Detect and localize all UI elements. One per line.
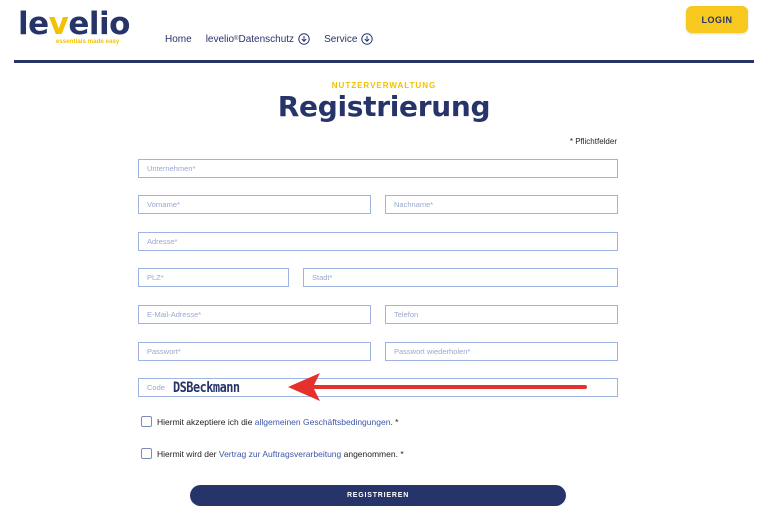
dpa-consent[interactable]: Hiermit wird der Vertrag zur Auftragsver… bbox=[141, 448, 404, 459]
phone-input[interactable]: Telefon bbox=[385, 305, 618, 324]
annotation-arrow-icon bbox=[288, 373, 587, 401]
first-name-input[interactable]: Vorname* bbox=[138, 195, 371, 214]
dpa-link[interactable]: Vertrag zur Auftragsverarbeitung bbox=[219, 449, 341, 459]
password-input[interactable]: Passwort* bbox=[138, 342, 371, 361]
city-input[interactable]: Stadt* bbox=[303, 268, 618, 287]
levelio-logo[interactable]: levelio essentials made easy bbox=[18, 6, 130, 45]
register-button[interactable]: REGISTRIEREN bbox=[190, 485, 566, 506]
nav-datenschutz[interactable]: levelio ® Datenschutz bbox=[206, 33, 310, 45]
section-eyebrow: NUTZERVERWALTUNG bbox=[331, 81, 437, 90]
download-circle-icon bbox=[298, 33, 310, 45]
terms-link[interactable]: allgemeinen Geschäftsbedingungen bbox=[255, 417, 391, 427]
nav-home[interactable]: Home bbox=[165, 34, 192, 45]
password-repeat-input[interactable]: Passwort wiederholen* bbox=[385, 342, 618, 361]
main-nav: Home levelio ® Datenschutz Service bbox=[165, 33, 387, 45]
zip-input[interactable]: PLZ* bbox=[138, 268, 289, 287]
page-title: Registrierung bbox=[277, 90, 491, 123]
login-button[interactable]: LOGIN bbox=[686, 6, 748, 33]
address-input[interactable]: Adresse* bbox=[138, 232, 618, 251]
required-fields-note: * Pflichtfelder bbox=[569, 137, 617, 146]
download-circle-icon bbox=[361, 33, 374, 45]
email-input[interactable]: E-Mail-Adresse* bbox=[138, 305, 371, 324]
header-divider bbox=[14, 60, 754, 63]
code-value: DSBeckmann bbox=[172, 379, 240, 396]
terms-checkbox[interactable] bbox=[141, 416, 152, 427]
nav-service[interactable]: Service bbox=[324, 33, 374, 45]
terms-consent[interactable]: Hiermit akzeptiere ich die allgemeinen G… bbox=[141, 416, 398, 427]
dpa-checkbox[interactable] bbox=[141, 448, 152, 459]
code-label: Code bbox=[147, 383, 165, 392]
last-name-input[interactable]: Nachname* bbox=[385, 195, 618, 214]
logo-wordmark: levelio bbox=[18, 6, 130, 42]
logo-tagline: essentials made easy bbox=[56, 39, 120, 45]
company-input[interactable]: Unternehmen* bbox=[138, 159, 618, 178]
